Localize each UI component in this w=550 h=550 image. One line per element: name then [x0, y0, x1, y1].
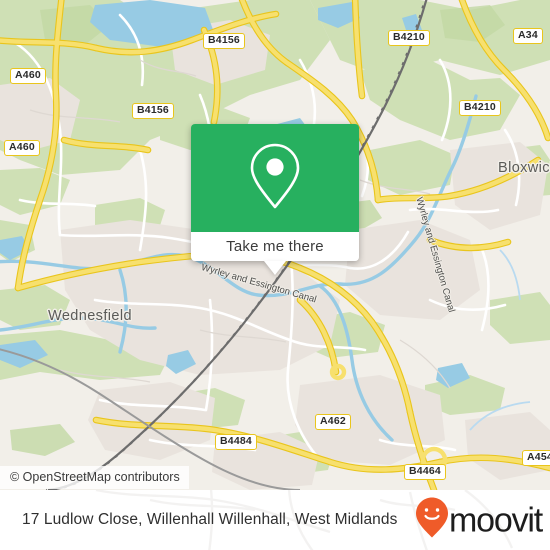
- moovit-wordmark: moovit: [449, 501, 543, 539]
- map-pin-icon: [246, 140, 304, 217]
- road-shield: A460: [10, 68, 46, 84]
- address-text: 17 Ludlow Close, Willenhall Willenhall, …: [22, 511, 398, 528]
- place-label-wednesfield: Wednesfield: [48, 308, 132, 324]
- road-shield: B4464: [404, 464, 446, 480]
- moovit-logo[interactable]: moovit: [415, 497, 543, 544]
- footer-content: 17 Ludlow Close, Willenhall Willenhall, …: [0, 490, 550, 550]
- road-shield: A454: [522, 450, 550, 466]
- footer-bar: 17 Ludlow Close, Willenhall Willenhall, …: [0, 490, 550, 550]
- take-me-there-button[interactable]: Take me there: [191, 232, 359, 275]
- road-shield: A460: [4, 140, 40, 156]
- road-shield: B4156: [203, 33, 245, 49]
- moovit-map-screen: B4156 B4210 A34 A460 B4156 B4210 A460 A4…: [0, 0, 550, 550]
- callout-icon-panel: [191, 124, 359, 232]
- road-shield: B4156: [132, 103, 174, 119]
- take-me-there-label: Take me there: [226, 238, 324, 255]
- road-shield: A462: [315, 414, 351, 430]
- road-shield: B4484: [215, 434, 257, 450]
- callout-pointer: [264, 261, 286, 275]
- road-shield: B4210: [459, 100, 501, 116]
- road-shield: B4210: [388, 30, 430, 46]
- location-callout[interactable]: Take me there: [191, 124, 359, 275]
- map-attribution[interactable]: © OpenStreetMap contributors: [0, 466, 189, 489]
- moovit-pin-icon: [415, 497, 449, 544]
- road-shield: A34: [513, 28, 543, 44]
- place-label-bloxwich: Bloxwich: [498, 160, 550, 176]
